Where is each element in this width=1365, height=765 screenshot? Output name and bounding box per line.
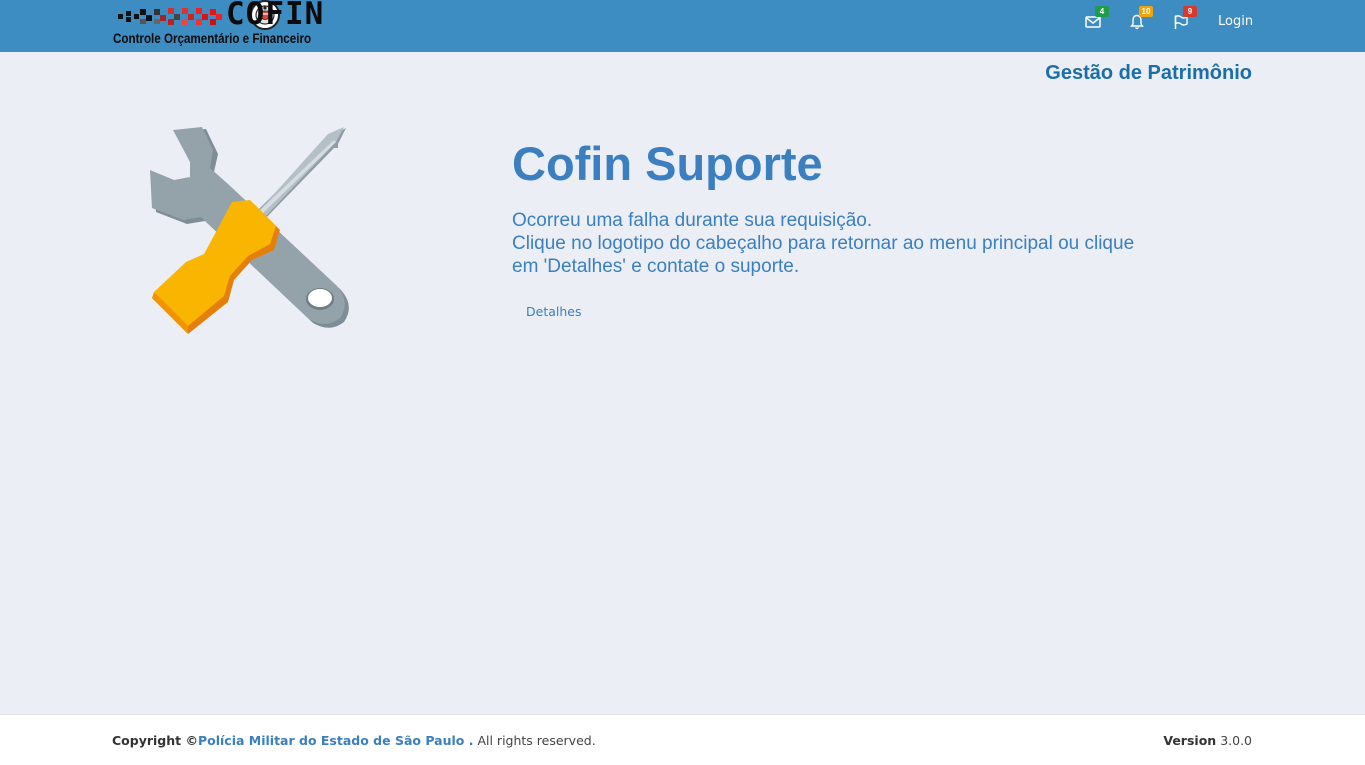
error-message-line: Clique no logotipo do cabeçalho para ret… [512,233,1135,254]
rights-text: All rights reserved. [477,733,596,748]
version-info: Version 3.0.0 [1163,733,1252,748]
login-link[interactable]: Login [1218,14,1253,29]
logo-subtitle: Controle Orçamentário e Financeiro [113,31,312,46]
copyright-prefix: Copyright © [112,733,198,748]
organization-link[interactable]: Polícia Militar do Estado de São Paulo . [198,733,473,748]
messages-count-badge: 4 [1095,6,1109,17]
copyright-text: Copyright ©Polícia Militar do Estado de … [112,733,596,748]
messages-button[interactable]: 4 [1085,6,1109,32]
alerts-button[interactable]: 10 [1129,6,1153,32]
wrench-screwdriver-icon [150,127,349,334]
footer: Copyright ©Polícia Militar do Estado de … [0,714,1365,765]
logo-checkered-stripe-icon [118,8,222,25]
page-title: Cofin Suporte [512,137,823,190]
details-link[interactable]: Detalhes [526,304,581,319]
version-value: 3.0.0 [1220,733,1252,748]
cofin-logo[interactable]: COFIN Controle Orçamentário e Financeiro [112,0,344,50]
tasks-count-badge: 9 [1183,6,1197,17]
error-message-line: Ocorreu uma falha durante sua requisição… [512,210,873,231]
error-message: Ocorreu uma falha durante sua requisição… [512,209,1212,278]
version-label: Version [1163,733,1217,748]
tasks-button[interactable]: 9 [1173,6,1197,32]
top-navbar: COFIN Controle Orçamentário e Financeiro… [0,0,1365,52]
error-message-line: em 'Detalhes' e contate o suporte. [512,256,800,277]
module-title: Gestão de Patrimônio [1045,62,1252,84]
alerts-count-badge: 10 [1139,6,1153,17]
logo-name: COFIN [226,0,325,32]
